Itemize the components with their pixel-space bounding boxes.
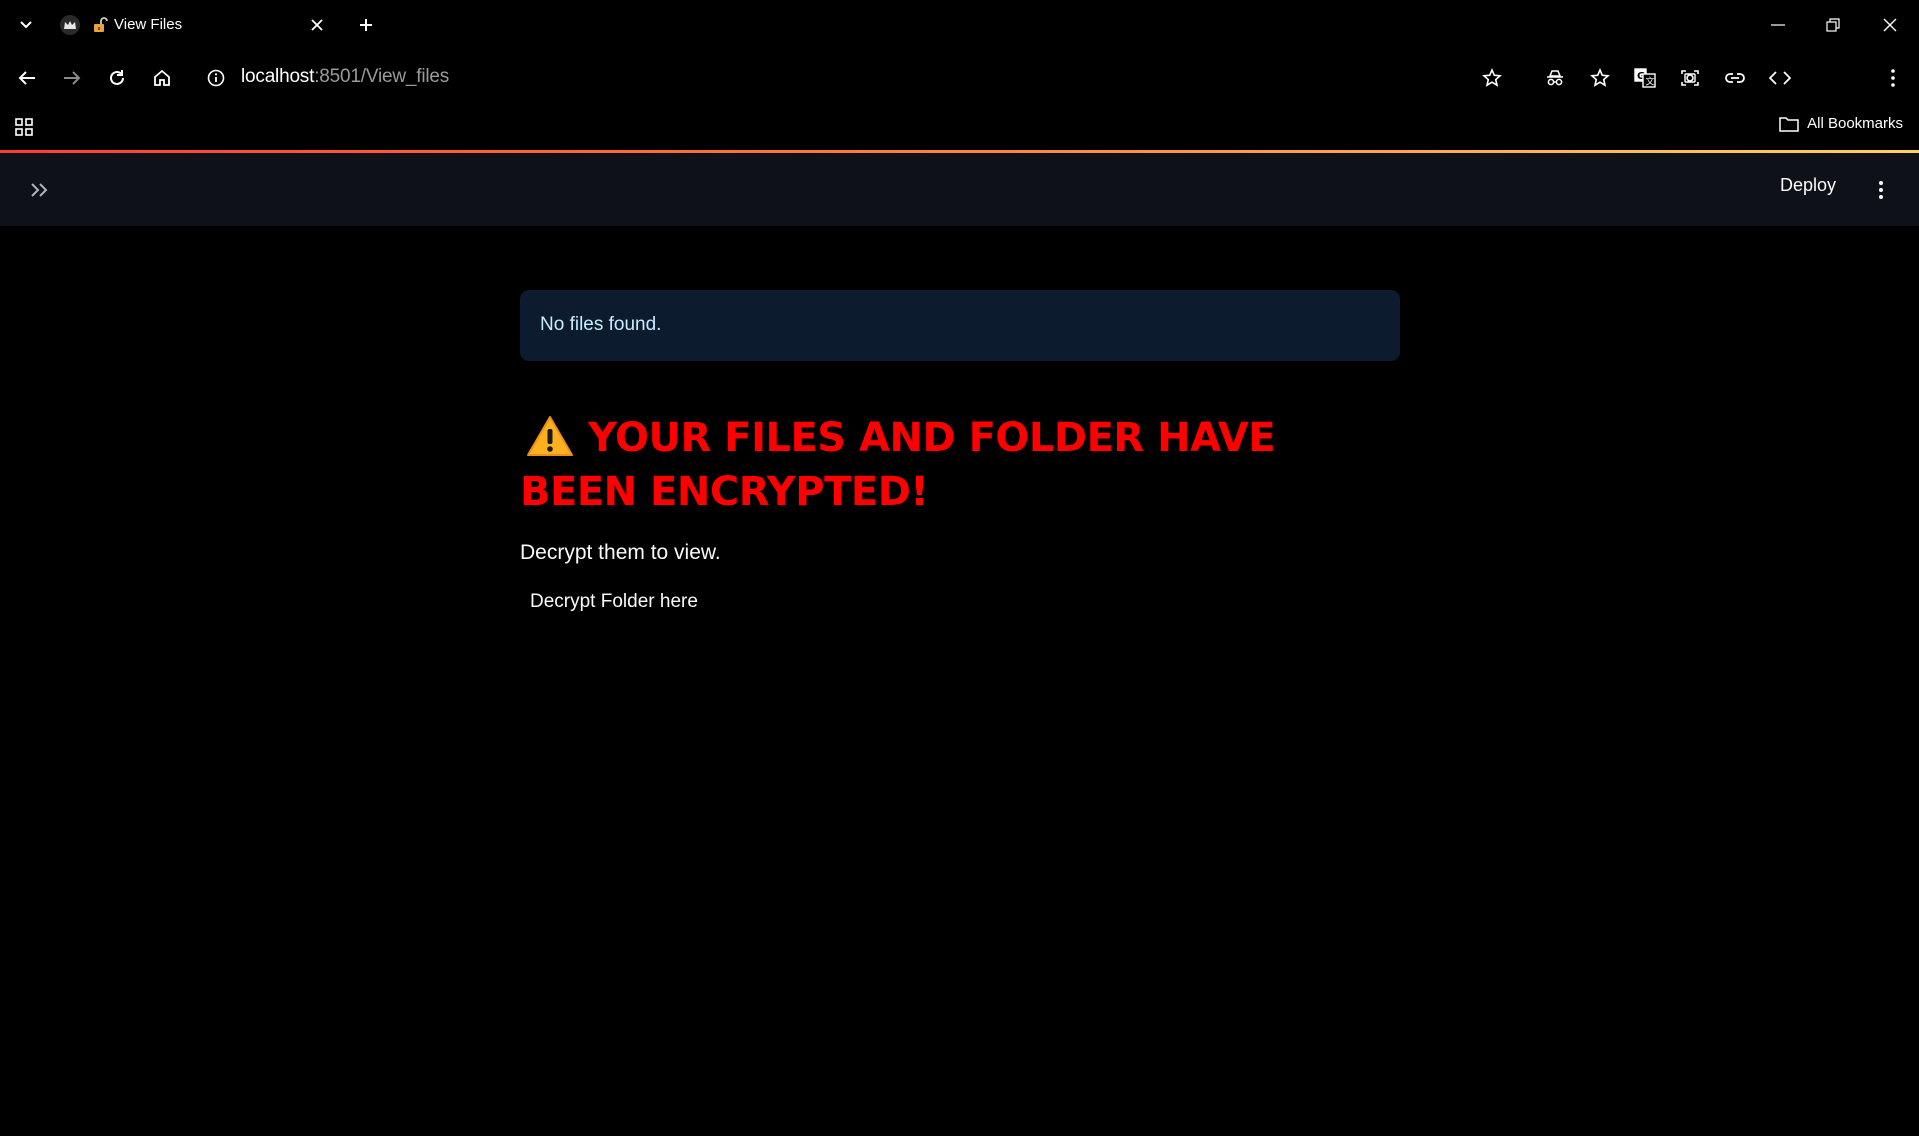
bookmarks-bar: All Bookmarks (0, 108, 1919, 148)
app-header: Deploy (0, 153, 1919, 226)
deploy-button[interactable]: Deploy (1780, 175, 1836, 196)
close-window-button[interactable] (1872, 10, 1908, 40)
svg-text:文: 文 (1646, 76, 1655, 88)
app-menu-button[interactable] (1870, 175, 1892, 205)
translate-icon: G文 (1634, 68, 1656, 88)
folder-icon (1779, 116, 1799, 132)
open-lock-icon (94, 17, 108, 32)
all-bookmarks-label: All Bookmarks (1807, 115, 1903, 132)
double-chevron-right-icon (31, 183, 48, 197)
reload-button[interactable] (103, 64, 131, 92)
info-alert: No files found. (520, 290, 1400, 361)
sidebar-toggle-button[interactable] (26, 177, 52, 203)
dev-tools-button[interactable] (1766, 64, 1794, 92)
tab-title: View Files (114, 16, 183, 33)
restore-button[interactable] (1815, 10, 1851, 40)
browser-toolbar: localhost:8501/View_files G文 (0, 56, 1919, 100)
minimize-icon (1771, 24, 1785, 26)
plus-icon (360, 19, 372, 31)
url-path: :8501/View_files (314, 66, 450, 87)
copy-link-button[interactable] (1721, 64, 1749, 92)
minimize-button[interactable] (1760, 10, 1796, 40)
link-icon (1725, 73, 1745, 83)
screenshot-button[interactable] (1676, 64, 1704, 92)
arrow-right-icon (64, 71, 81, 85)
incognito-icon (1547, 70, 1563, 86)
all-bookmarks-button[interactable]: All Bookmarks (1779, 115, 1903, 132)
incognito-button[interactable] (1541, 64, 1569, 92)
restore-icon (1826, 18, 1840, 32)
crown-icon (60, 15, 80, 35)
new-tab-button[interactable] (354, 13, 378, 37)
camera-icon (1681, 70, 1699, 86)
browser-menu-button[interactable] (1879, 64, 1907, 92)
headline-text: YOUR FILES AND FOLDER HAVE BEEN ENCRYPTE… (520, 415, 1276, 515)
star-icon (1482, 68, 1502, 87)
decrypt-folder-link[interactable]: Decrypt Folder here (530, 591, 698, 613)
site-info-button[interactable] (202, 64, 230, 92)
translate-button[interactable]: G文 (1631, 64, 1659, 92)
tab-close-button[interactable] (306, 14, 328, 36)
more-vertical-icon (1891, 69, 1895, 87)
home-icon (154, 69, 170, 86)
back-button[interactable] (13, 64, 41, 92)
home-button[interactable] (148, 64, 176, 92)
tab-view-files[interactable]: View Files (50, 8, 340, 42)
star-add-icon (1590, 68, 1610, 87)
tab-search-button[interactable] (14, 13, 38, 37)
forward-button[interactable] (58, 64, 86, 92)
apps-grid-icon (15, 118, 33, 136)
bookmark-star-button[interactable] (1478, 64, 1506, 92)
reload-icon (110, 70, 124, 85)
more-vertical-icon (1879, 181, 1883, 199)
main-content: No files found. YOUR FILES AND FOLDER HA… (520, 290, 1400, 613)
close-icon (311, 19, 323, 31)
decrypt-instruction: Decrypt them to view. (520, 541, 721, 564)
apps-button[interactable] (12, 115, 36, 139)
url-host: localhost (241, 66, 315, 87)
favorites-button[interactable] (1586, 64, 1614, 92)
code-icon (1769, 71, 1791, 85)
close-icon (1883, 18, 1897, 32)
browser-window: View Files localhost:8501/View_files G 文… (0, 0, 1919, 1136)
address-bar[interactable]: localhost:8501/View_files (241, 66, 449, 88)
tab-strip: View Files (0, 0, 1919, 50)
info-icon (207, 69, 225, 87)
page-headline: YOUR FILES AND FOLDER HAVE BEEN ENCRYPTE… (520, 411, 1400, 519)
warning-icon (527, 416, 573, 456)
chevron-down-icon (20, 21, 32, 29)
arrow-left-icon (18, 71, 35, 85)
alert-text: No files found. (540, 314, 662, 335)
